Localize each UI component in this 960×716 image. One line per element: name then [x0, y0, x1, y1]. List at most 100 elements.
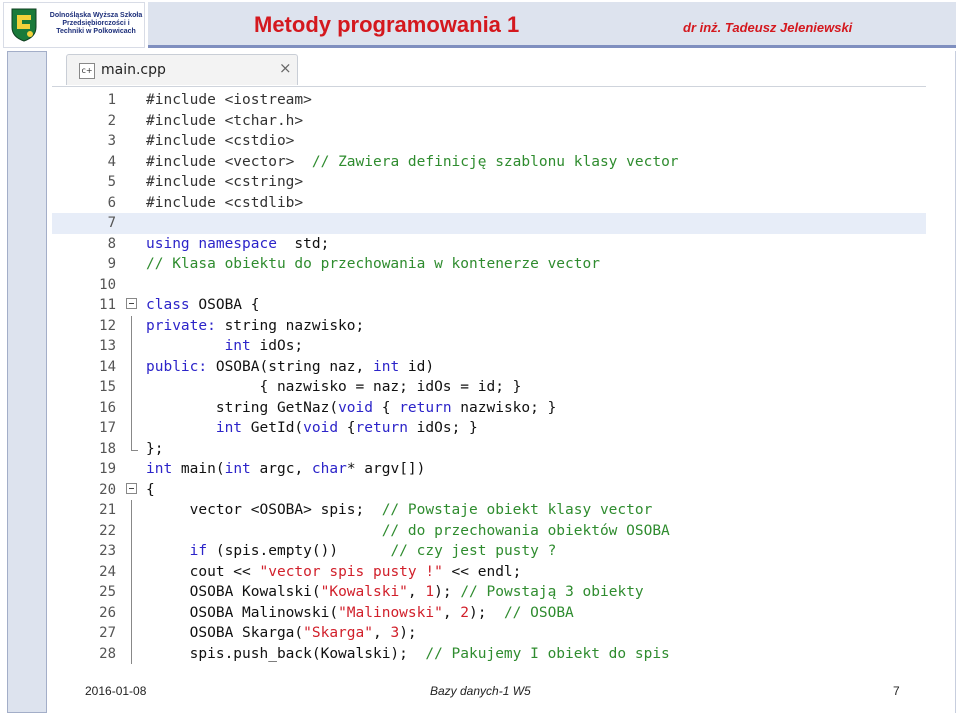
code-line[interactable]: 6 #include <cstdlib>	[52, 193, 926, 214]
fold-guide	[131, 377, 132, 398]
code-line[interactable]: 21 vector <OSOBA> spis; // Powstaje obie…	[52, 500, 926, 521]
university-logo: Dolnośląska Wyższa Szkoła Przedsiębiorcz…	[3, 2, 145, 48]
line-number: 22	[99, 522, 116, 539]
code-line[interactable]: 5 #include <cstring>	[52, 172, 926, 193]
code-line[interactable]: 11 class OSOBA {	[52, 295, 926, 316]
code-line[interactable]: 9 // Klasa obiektu do przechowania w kont…	[52, 254, 926, 275]
line-number: 12	[99, 317, 116, 334]
code-line[interactable]: 26 OSOBA Malinowski("Malinowski", 2); //…	[52, 602, 926, 623]
code-area[interactable]: 1 #include <iostream> 2 #include <tchar.h> 3…	[52, 90, 926, 664]
code-line[interactable]: 13 int idOs;	[52, 336, 926, 357]
line-number: 25	[99, 584, 116, 600]
code-text: OSOBA Skarga("Skarga", 3);	[146, 625, 417, 641]
code-line[interactable]: 20 {	[52, 480, 926, 501]
code-line[interactable]: 16 string GetNaz(void { return nazwisko;…	[52, 397, 926, 418]
author-name: dr inż. Tadeusz Jeleniewski	[683, 20, 853, 35]
footer-date: 2016-01-08	[85, 684, 147, 698]
line-number: 5	[107, 174, 116, 190]
fold-guide	[131, 315, 132, 336]
code-line[interactable]: 4 #include <vector> // Zawiera definicję …	[52, 152, 926, 173]
line-number: 24	[99, 563, 116, 580]
code-line[interactable]: 15 { nazwisko = naz; idOs = id; }	[52, 377, 926, 398]
code-line[interactable]: 10	[52, 275, 926, 296]
fold-guide	[131, 438, 138, 451]
line-number: 3	[107, 133, 116, 149]
code-text: cout << "vector spis pusty !" << endl;	[146, 563, 522, 580]
line-number: 15	[99, 379, 116, 395]
fold-guide	[131, 418, 132, 439]
line-number: 20	[99, 481, 116, 498]
line-number: 16	[99, 399, 116, 416]
fold-guide	[131, 336, 132, 357]
close-icon[interactable]: ×	[279, 59, 292, 77]
line-number: 10	[99, 276, 116, 293]
code-text: string GetNaz(void { return nazwisko; }	[146, 399, 557, 416]
code-text: { nazwisko = naz; idOs = id; }	[146, 379, 522, 395]
fold-guide	[131, 356, 132, 377]
title-bar: Metody programowania 1 dr inż. Tadeusz J…	[148, 2, 956, 48]
code-line[interactable]: 25 OSOBA Kowalski("Kowalski", 1); // Pow…	[52, 582, 926, 603]
line-number: 18	[99, 440, 116, 457]
fold-guide	[131, 623, 132, 644]
code-line[interactable]: 7	[52, 213, 926, 234]
code-text: using namespace std;	[146, 235, 330, 252]
code-text: class OSOBA {	[146, 297, 260, 313]
fold-guide	[131, 582, 132, 603]
editor-tabstrip: c+ main.cpp ×	[52, 52, 926, 87]
code-text: int GetId(void {return idOs; }	[215, 420, 478, 436]
page-number: 7	[893, 684, 900, 698]
code-line[interactable]: 18};	[52, 438, 926, 460]
line-number: 9	[107, 256, 116, 272]
code-editor: c+ main.cpp × 1 #include <iostream> 2 #incl…	[52, 52, 926, 664]
code-text: if (spis.empty()) // czy jest pusty ?	[189, 543, 557, 559]
code-line[interactable]: 22 // do przechowania obiektów OSOBA	[52, 520, 926, 541]
code-line[interactable]: 24 cout << "vector spis pusty !" << endl…	[52, 561, 926, 582]
code-line[interactable]: 27 OSOBA Skarga("Skarga", 3);	[52, 623, 926, 644]
line-number: 8	[107, 235, 116, 252]
code-text: #include <cstdlib>	[146, 194, 304, 211]
line-number: 19	[99, 461, 116, 477]
tab-main-cpp[interactable]: c+ main.cpp ×	[66, 54, 298, 85]
code-text: #include <cstdio>	[146, 133, 295, 149]
code-text: spis.push_back(Kowalski); // Pakujemy I …	[146, 645, 670, 662]
tab-label: main.cpp	[101, 62, 166, 78]
code-text: vector <OSOBA> spis; // Powstaje obiekt …	[146, 502, 653, 518]
line-number: 13	[99, 338, 116, 354]
line-number: 26	[99, 604, 116, 621]
fold-guide	[131, 397, 132, 418]
code-line[interactable]: 1 #include <iostream>	[52, 90, 926, 111]
line-number: 21	[99, 502, 116, 518]
code-text: };	[146, 440, 164, 457]
line-number: 2	[107, 112, 116, 129]
slide-title: Metody programowania 1	[254, 12, 520, 37]
line-number: 14	[99, 358, 116, 375]
code-line[interactable]: 28 spis.push_back(Kowalski); // Pakujemy…	[52, 643, 926, 664]
line-number: 1	[107, 92, 116, 108]
line-number: 23	[99, 543, 116, 559]
fold-toggle-icon[interactable]	[126, 482, 137, 494]
fold-guide	[131, 602, 132, 623]
code-line[interactable]: 8 using namespace std;	[52, 234, 926, 255]
line-number: 6	[107, 194, 116, 211]
code-line[interactable]: 2 #include <tchar.h>	[52, 111, 926, 132]
code-text: // do przechowania obiektów OSOBA	[381, 522, 670, 539]
left-sidebar-decoration	[7, 51, 47, 713]
fold-toggle-icon[interactable]	[126, 298, 137, 309]
code-line[interactable]: 23 if (spis.empty()) // czy jest pusty ?	[52, 541, 926, 562]
code-text: {	[146, 481, 155, 498]
code-text: OSOBA Kowalski("Kowalski", 1); // Powsta…	[146, 584, 644, 600]
code-line[interactable]: 14 public: OSOBA(string naz, int id)	[52, 356, 926, 377]
code-line[interactable]: 17 int GetId(void {return idOs; }	[52, 418, 926, 439]
code-text: int idOs;	[224, 338, 304, 354]
code-text: OSOBA Malinowski("Malinowski", 2); // OS…	[146, 604, 574, 621]
cpp-file-icon: c+	[79, 63, 95, 79]
fold-guide	[131, 643, 132, 664]
code-text: private: string nazwisko;	[146, 317, 365, 334]
code-line[interactable]: 19 int main(int argc, char* argv[])	[52, 459, 926, 480]
line-number: 28	[99, 645, 116, 662]
code-line[interactable]: 12 private: string nazwisko;	[52, 315, 926, 336]
code-line[interactable]: 3 #include <cstdio>	[52, 131, 926, 152]
line-number: 11	[99, 297, 116, 313]
slide-header: Dolnośląska Wyższa Szkoła Przedsiębiorcz…	[0, 0, 960, 50]
logo-text: Dolnośląska Wyższa Szkoła Przedsiębiorcz…	[49, 12, 143, 35]
